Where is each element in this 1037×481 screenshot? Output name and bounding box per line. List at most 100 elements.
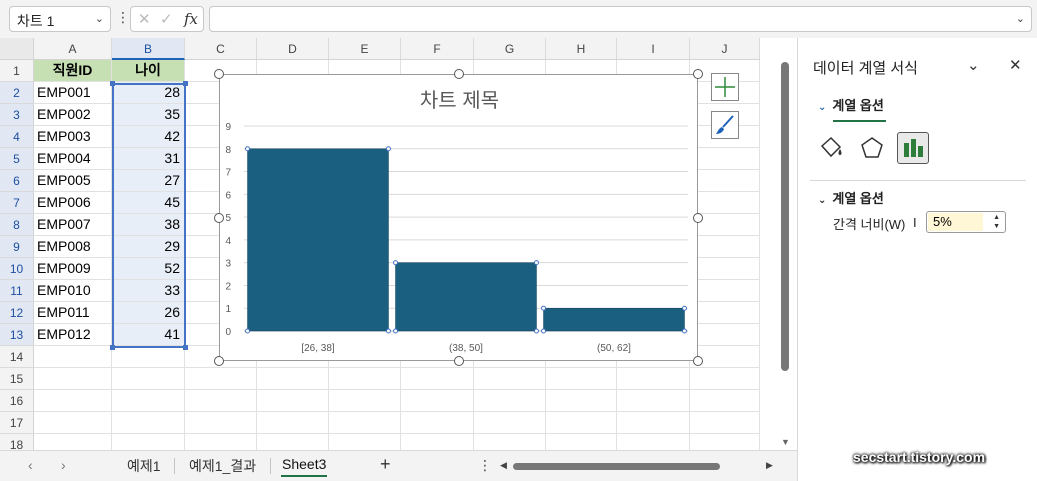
- cell-age[interactable]: 35: [112, 104, 185, 126]
- expand-formula-icon[interactable]: ⌄: [1016, 12, 1025, 25]
- empty-cell[interactable]: [257, 412, 329, 434]
- gap-width-input[interactable]: 5% ▲ ▼: [926, 211, 1006, 233]
- cell-employee-id[interactable]: EMP010: [34, 280, 112, 302]
- chart-elements-button[interactable]: [711, 73, 739, 101]
- cell-employee-id[interactable]: EMP009: [34, 258, 112, 280]
- spin-up-icon[interactable]: ▲: [993, 214, 1000, 221]
- empty-cell[interactable]: [690, 192, 760, 214]
- empty-cell[interactable]: [257, 390, 329, 412]
- row-header[interactable]: 13: [0, 324, 34, 346]
- row-header[interactable]: 4: [0, 126, 34, 148]
- column-header-c[interactable]: C: [185, 38, 257, 60]
- series-options-icon[interactable]: [897, 132, 929, 164]
- close-icon[interactable]: ✕: [1009, 56, 1022, 74]
- empty-cell[interactable]: [690, 368, 760, 390]
- cell-employee-id[interactable]: EMP001: [34, 82, 112, 104]
- empty-cell[interactable]: [34, 412, 112, 434]
- empty-cell[interactable]: [329, 412, 401, 434]
- empty-cell[interactable]: [34, 368, 112, 390]
- row-header[interactable]: 1: [0, 60, 34, 82]
- scroll-left-icon[interactable]: ◀: [500, 460, 507, 471]
- empty-cell[interactable]: [185, 412, 257, 434]
- selection-handle[interactable]: [183, 81, 188, 86]
- confirm-icon[interactable]: ✓: [160, 10, 173, 28]
- empty-cell[interactable]: [546, 412, 617, 434]
- empty-cell[interactable]: [185, 434, 257, 450]
- empty-cell[interactable]: [401, 390, 474, 412]
- column-header-h[interactable]: H: [546, 38, 617, 60]
- row-header[interactable]: 3: [0, 104, 34, 126]
- cell-employee-id[interactable]: EMP007: [34, 214, 112, 236]
- empty-cell[interactable]: [329, 390, 401, 412]
- next-sheet-icon[interactable]: ›: [61, 457, 66, 473]
- cell-employee-id[interactable]: EMP006: [34, 192, 112, 214]
- empty-cell[interactable]: [546, 368, 617, 390]
- row-header[interactable]: 6: [0, 170, 34, 192]
- selection-handle[interactable]: [183, 345, 188, 350]
- formula-input[interactable]: ⌄: [209, 6, 1032, 32]
- header-cell-age[interactable]: 나이: [112, 60, 185, 82]
- cell-employee-id[interactable]: EMP002: [34, 104, 112, 126]
- sheet-tab-3[interactable]: Sheet3: [282, 456, 326, 472]
- empty-cell[interactable]: [112, 346, 185, 368]
- column-header-g[interactable]: G: [474, 38, 546, 60]
- scroll-down-icon[interactable]: ▼: [781, 437, 790, 447]
- cell-age[interactable]: 29: [112, 236, 185, 258]
- empty-cell[interactable]: [690, 258, 760, 280]
- sheet-tab-1[interactable]: 예제1: [127, 456, 161, 476]
- name-box[interactable]: 차트 1 ⌄: [9, 6, 111, 32]
- chevron-down-icon[interactable]: ⌄: [95, 12, 104, 25]
- more-options-icon[interactable]: ⋮: [116, 9, 130, 26]
- empty-cell[interactable]: [690, 324, 760, 346]
- chart-resize-handle[interactable]: [453, 356, 464, 366]
- fill-line-icon[interactable]: [814, 132, 846, 164]
- column-header-b[interactable]: B: [112, 38, 185, 60]
- column-header-i[interactable]: I: [617, 38, 690, 60]
- sheet-tab-2[interactable]: 예제1_결과: [189, 456, 256, 476]
- empty-cell[interactable]: [617, 412, 690, 434]
- cell-age[interactable]: 26: [112, 302, 185, 324]
- row-header[interactable]: 17: [0, 412, 34, 434]
- row-header[interactable]: 16: [0, 390, 34, 412]
- row-header[interactable]: 15: [0, 368, 34, 390]
- empty-cell[interactable]: [401, 412, 474, 434]
- chart-resize-handle[interactable]: [214, 212, 224, 223]
- gap-width-value[interactable]: 5%: [928, 213, 983, 231]
- empty-cell[interactable]: [34, 434, 112, 450]
- empty-cell[interactable]: [112, 412, 185, 434]
- cell-age[interactable]: 31: [112, 148, 185, 170]
- chevron-down-icon[interactable]: ⌄: [967, 56, 980, 74]
- cell-employee-id[interactable]: EMP005: [34, 170, 112, 192]
- column-header-e[interactable]: E: [329, 38, 401, 60]
- histogram-bar[interactable]: [247, 148, 389, 332]
- chart-resize-handle[interactable]: [453, 69, 464, 79]
- row-header[interactable]: 10: [0, 258, 34, 280]
- histogram-bar[interactable]: [543, 307, 685, 332]
- column-header-j[interactable]: J: [690, 38, 760, 60]
- chart-resize-handle[interactable]: [693, 69, 703, 79]
- empty-cell[interactable]: [185, 390, 257, 412]
- horizontal-scrollbar[interactable]: [513, 463, 720, 470]
- cell-employee-id[interactable]: EMP008: [34, 236, 112, 258]
- row-header[interactable]: 7: [0, 192, 34, 214]
- empty-cell[interactable]: [690, 302, 760, 324]
- empty-cell[interactable]: [617, 368, 690, 390]
- empty-cell[interactable]: [112, 434, 185, 450]
- empty-cell[interactable]: [257, 368, 329, 390]
- more-sheets-icon[interactable]: ⋮: [478, 457, 492, 474]
- column-header-f[interactable]: F: [401, 38, 474, 60]
- selection-handle[interactable]: [110, 81, 115, 86]
- chart-resize-handle[interactable]: [214, 69, 224, 79]
- effects-icon[interactable]: [856, 132, 888, 164]
- empty-cell[interactable]: [690, 236, 760, 258]
- cell-age[interactable]: 42: [112, 126, 185, 148]
- row-header[interactable]: 9: [0, 236, 34, 258]
- vertical-scrollbar[interactable]: [781, 62, 789, 371]
- select-all-corner[interactable]: [0, 38, 34, 60]
- insert-function-icon[interactable]: fx: [184, 10, 198, 28]
- empty-cell[interactable]: [34, 346, 112, 368]
- empty-cell[interactable]: [474, 434, 546, 450]
- empty-cell[interactable]: [112, 390, 185, 412]
- empty-cell[interactable]: [546, 434, 617, 450]
- empty-cell[interactable]: [329, 368, 401, 390]
